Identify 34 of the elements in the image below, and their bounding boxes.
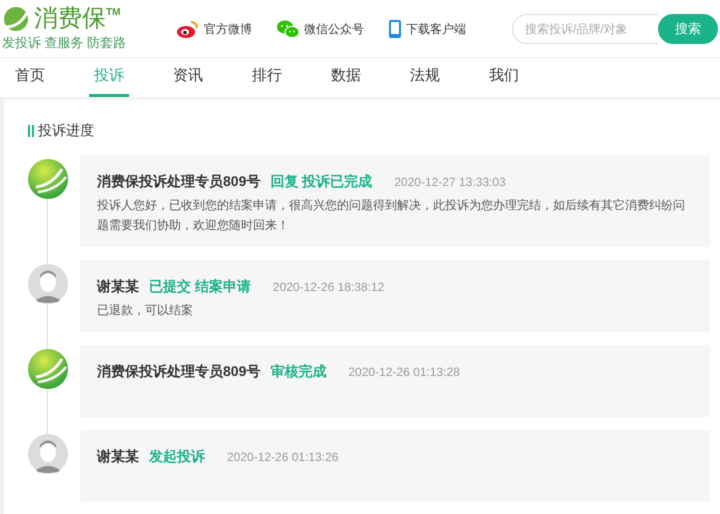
entry-status: 已提交 结案申请 — [149, 277, 251, 296]
author-name: 谢某某 — [97, 277, 139, 296]
nav-tab[interactable]: 首页 — [10, 58, 50, 97]
nav-tab[interactable]: 排行 — [247, 58, 287, 97]
nav-tab[interactable]: 法规 — [405, 58, 445, 97]
author-name: 消费保投诉处理专员809号 — [97, 172, 260, 191]
search-field[interactable]: 搜索投诉/品牌/对象 — [512, 14, 658, 44]
nav-tab[interactable]: 数据 — [326, 58, 366, 97]
author-name: 谢某某 — [97, 447, 139, 466]
logo-slogan: 发投诉 查服务 防套路 — [2, 34, 128, 52]
section-title: 投诉进度 — [38, 121, 94, 140]
section-marker-icon — [28, 124, 34, 136]
weibo-icon — [176, 18, 200, 38]
nav-tab[interactable]: 我们 — [484, 58, 524, 97]
entry-time: 2020-12-26 18:38:12 — [272, 279, 384, 296]
entry-time: 2020-12-27 13:33:03 — [394, 174, 506, 191]
entry-status: 发起投诉 — [149, 447, 205, 466]
logo-avatar-icon — [28, 159, 68, 199]
author-name: 消费保投诉处理专员809号 — [97, 362, 260, 381]
phone-icon — [388, 18, 402, 38]
trademark: TM — [106, 6, 120, 20]
header-link[interactable]: 官方微博 — [176, 18, 252, 38]
logo-avatar-icon — [28, 349, 68, 389]
header-link[interactable]: 微信公众号 — [276, 18, 364, 38]
entry-message: 已退款，可以结案 — [97, 302, 194, 319]
header-link[interactable]: 下载客户端 — [388, 18, 466, 38]
nav-tab[interactable]: 资讯 — [168, 58, 208, 97]
entry-time: 2020-12-26 01:13:28 — [348, 364, 460, 381]
entry-time: 2020-12-26 01:13:26 — [227, 449, 338, 466]
entry-status: 回复 投诉已完成 — [270, 172, 372, 191]
entry-status: 审核完成 — [270, 362, 326, 381]
logo-name: 消费保 — [34, 4, 106, 33]
entry-message: 投诉人您好，已收到您的结案申请，很高兴您的问题得到解决，此投诉为您办理完结，如后续有其它消费纠纷问题需要我们协助，欢迎您随时回来！ — [97, 197, 686, 234]
wechat-icon — [276, 18, 300, 38]
